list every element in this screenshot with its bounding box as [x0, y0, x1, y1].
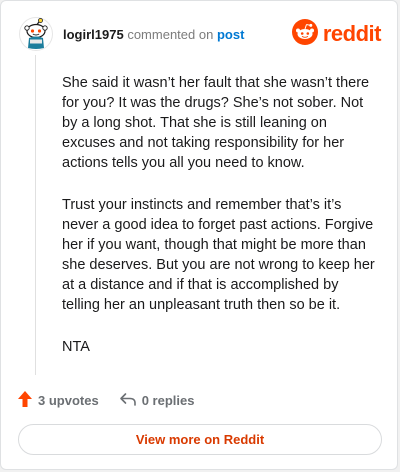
view-more-button[interactable]: View more on Reddit — [18, 424, 382, 455]
upvote-count: 3 upvotes — [38, 392, 99, 408]
reddit-logo-icon — [291, 18, 318, 50]
upvote-button[interactable]: 3 upvotes — [17, 390, 99, 411]
post-link[interactable]: post — [217, 27, 244, 42]
comment-actions: 3 upvotes 0 replies — [17, 389, 194, 411]
reply-button[interactable]: 0 replies — [119, 391, 195, 410]
comment-header: logirl1975 commented on post reddit — [19, 17, 382, 53]
comment-paragraph: She said it wasn’t her fault that she wa… — [62, 75, 370, 171]
comment-meta: logirl1975 commented on post — [63, 27, 244, 43]
comment-paragraph: Trust your instincts and remember that’s… — [62, 197, 375, 313]
thread-line — [35, 55, 36, 375]
reply-arrow-icon — [119, 391, 142, 410]
reddit-wordmark: reddit — [322, 21, 382, 46]
username-link[interactable]: logirl1975 — [63, 27, 124, 42]
commented-on-text: commented on — [127, 27, 214, 42]
reddit-brand[interactable]: reddit — [291, 18, 382, 50]
comment-paragraph: NTA — [62, 339, 90, 355]
snoo-avatar-icon[interactable] — [19, 17, 53, 51]
comment-embed-card: logirl1975 commented on post reddit She … — [0, 0, 398, 470]
upvote-arrow-icon — [17, 390, 38, 411]
comment-body: She said it wasn’t her fault that she wa… — [62, 73, 378, 379]
reply-count: 0 replies — [141, 392, 195, 408]
